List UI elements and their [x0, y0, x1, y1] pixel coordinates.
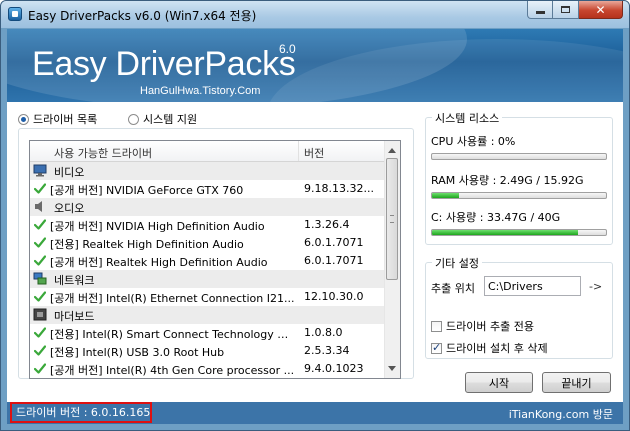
extract-path-input[interactable] — [484, 276, 581, 296]
driver-name: [전용] Intel(R) USB 3.0 Root Hub — [50, 346, 225, 359]
driver-row[interactable]: [공개 버전] Realtek High Definition Audio 6.0… — [30, 252, 387, 270]
driver-name: [전용] Intel(R) Smart Connect Technology D… — [50, 328, 296, 341]
driver-name: [공개 버전] NVIDIA GeForce GTX 760 — [50, 184, 244, 197]
minimize-icon — [535, 11, 545, 14]
maximize-icon — [561, 6, 570, 13]
extract-only-label: 드라이버 추출 전용 — [446, 320, 534, 333]
brand-subtitle: HanGulHwa.Tistory.Com — [140, 85, 261, 97]
driver-version: 12.10.30.0 — [304, 290, 364, 303]
driver-name: [공개 버전] NVIDIA High Definition Audio — [50, 220, 265, 233]
column-divider[interactable] — [298, 141, 299, 161]
close-icon: ✕ — [595, 2, 606, 17]
driver-row[interactable]: [공개 버전] Intel(R) 4th Gen Core processor … — [30, 360, 387, 378]
extract-only-checkbox[interactable]: 드라이버 추출 전용 — [431, 318, 534, 334]
driver-version: 6.0.1.7071 — [304, 254, 364, 267]
check-icon — [34, 255, 46, 266]
browse-arrow-button[interactable]: -> — [589, 280, 602, 293]
disk-usage-label: C: 사용량 : 33.47G / 40G — [431, 211, 561, 224]
cpu-usage-label: CPU 사용률 : 0% — [431, 135, 516, 148]
list-body: 비디오 [공개 버전] NVIDIA GeForce GTX 760 9.18.13… — [30, 162, 387, 378]
check-icon — [34, 363, 46, 374]
check-icon — [34, 219, 46, 230]
driver-row[interactable]: [전용] Realtek High Definition Audio 6.0.1.… — [30, 234, 387, 252]
driver-name: [공개 버전] Realtek High Definition Audio — [50, 256, 268, 269]
category-name: 오디오 — [54, 202, 85, 215]
driver-version: 9.18.13.32... — [304, 182, 374, 195]
driver-version-status: 드라이버 버전 : 6.0.16.165 — [10, 402, 152, 423]
ram-usage-label: RAM 사용량 : 2.49G / 15.92G — [431, 174, 584, 187]
radio-selected-icon — [18, 113, 29, 125]
driver-row[interactable]: [공개 버전] NVIDIA GeForce GTX 760 9.18.13.32… — [30, 180, 387, 198]
brand-title: Easy DriverPacks — [32, 45, 296, 83]
driver-row[interactable]: [전용] Intel(R) Smart Connect Technology D… — [30, 324, 387, 342]
check-icon — [34, 237, 46, 248]
radio-system-support[interactable]: 시스템 지원 — [128, 111, 197, 127]
category-name: 네트워크 — [54, 274, 95, 287]
check-icon — [34, 291, 46, 302]
driver-name: [공개 버전] Intel(R) Ethernet Connection I21… — [50, 292, 295, 305]
driver-name: [전용] Realtek High Definition Audio — [50, 238, 244, 251]
checkbox-unchecked-icon — [431, 320, 442, 332]
category-name: 비디오 — [54, 166, 85, 179]
category-row[interactable]: 네트워크 — [30, 270, 387, 288]
check-icon — [34, 327, 46, 338]
driver-version: 1.3.26.4 — [304, 218, 350, 231]
header-banner: Easy DriverPacks 6.0 HanGulHwa.Tistory.C… — [7, 29, 623, 102]
minimize-button[interactable] — [527, 1, 553, 19]
driver-version: 2.5.3.34 — [304, 344, 350, 357]
column-header-driver[interactable]: 사용 가능한 드라이버 — [54, 145, 152, 161]
list-header: 사용 가능한 드라이버 버전 — [30, 141, 387, 162]
radio-unselected-icon — [128, 113, 139, 125]
driver-row[interactable]: [공개 버전] NVIDIA High Definition Audio 1.3.… — [30, 216, 387, 234]
category-row[interactable]: 비디오 — [30, 162, 387, 180]
driver-list-view[interactable]: 사용 가능한 드라이버 버전 비디오 [공개 버전] NVIDIA GeForce… — [29, 140, 401, 379]
check-icon — [34, 345, 46, 356]
driver-version: 9.4.0.1023 — [304, 362, 364, 375]
scroll-thumb[interactable] — [386, 158, 398, 280]
window-controls: ✕ — [527, 1, 623, 19]
delete-after-install-label: 드라이버 설치 후 삭제 — [446, 342, 548, 355]
visit-site-link[interactable]: iTianKong.com 방문 — [509, 406, 613, 422]
title-bar[interactable]: Easy DriverPacks v6.0 (Win7.x64 전용) ✕ — [1, 1, 629, 28]
main-panel: 드라이버 목록 시스템 지원 사용 가능한 드라이버 버전 비디오 [공개 버전]… — [7, 102, 623, 402]
driver-row[interactable]: [공개 버전] Intel(R) Ethernet Connection I21… — [30, 288, 387, 306]
app-icon — [8, 7, 22, 21]
maximize-button[interactable] — [553, 1, 579, 19]
driver-version: 1.0.8.0 — [304, 326, 343, 339]
cpu-usage-bar — [431, 153, 607, 160]
brand-version: 6.0 — [279, 42, 296, 56]
extract-location-label: 추출 위치 — [431, 282, 475, 295]
radio-driver-list-label: 드라이버 목록 — [33, 113, 98, 126]
checkbox-checked-icon — [431, 341, 442, 354]
radio-driver-list[interactable]: 드라이버 목록 — [18, 111, 97, 127]
app-window: Easy DriverPacks v6.0 (Win7.x64 전용) ✕ Ea… — [0, 0, 630, 431]
disk-usage-bar — [431, 229, 607, 236]
exit-button[interactable]: 끝내기 — [542, 372, 611, 393]
ram-usage-fill — [432, 193, 460, 198]
ram-usage-bar — [431, 192, 607, 199]
system-resources-title: 시스템 리소스 — [432, 110, 503, 126]
scroll-down-arrow-icon[interactable] — [388, 366, 396, 371]
window-title: Easy DriverPacks v6.0 (Win7.x64 전용) — [28, 9, 257, 23]
disk-usage-fill — [432, 230, 578, 235]
radio-system-support-label: 시스템 지원 — [143, 113, 198, 126]
check-icon — [34, 183, 46, 194]
driver-row[interactable]: [전용] Intel(R) USB 3.0 Root Hub 2.5.3.34 — [30, 342, 387, 360]
category-name: 마더보드 — [54, 310, 95, 323]
close-window-button[interactable]: ✕ — [579, 1, 623, 19]
delete-after-install-checkbox[interactable]: 드라이버 설치 후 삭제 — [431, 340, 548, 356]
driver-version: 6.0.1.7071 — [304, 236, 364, 249]
scroll-up-arrow-icon[interactable] — [388, 148, 396, 153]
column-header-version[interactable]: 버전 — [304, 145, 324, 161]
category-row[interactable]: 마더보드 — [30, 306, 387, 324]
start-button[interactable]: 시작 — [465, 372, 533, 393]
category-row[interactable]: 오디오 — [30, 198, 387, 216]
status-bar: 드라이버 버전 : 6.0.16.165 iTianKong.com 방문 — [7, 402, 623, 424]
driver-name: [공개 버전] Intel(R) 4th Gen Core processor … — [50, 364, 295, 377]
list-scrollbar[interactable] — [384, 141, 400, 378]
other-settings-title: 기타 설정 — [432, 255, 482, 271]
